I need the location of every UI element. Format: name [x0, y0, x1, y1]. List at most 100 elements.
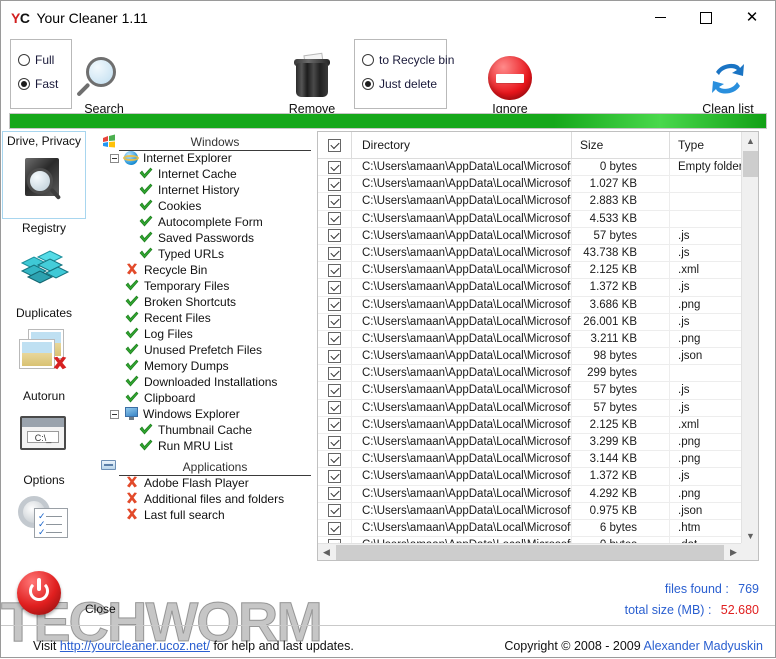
search-button[interactable]: Search [58, 52, 150, 116]
sidebar-item-drive-privacy[interactable]: Drive, Privacy [2, 131, 86, 219]
row-checkbox[interactable] [318, 416, 352, 433]
row-checkbox[interactable] [318, 382, 352, 399]
row-checkbox[interactable] [318, 485, 352, 502]
green-check-icon-wrap[interactable] [139, 215, 155, 229]
ignore-button[interactable]: Ignore [464, 52, 556, 116]
table-row[interactable]: C:\Users\amaan\AppData\Local\Microsoft..… [318, 382, 758, 400]
row-checkbox[interactable] [318, 348, 352, 365]
table-row[interactable]: C:\Users\amaan\AppData\Local\Microsoft..… [318, 451, 758, 469]
row-checkbox[interactable] [318, 399, 352, 416]
sidebar-item-options[interactable]: Options ✓ ✓ ✓ [2, 473, 86, 549]
sidebar-item-registry[interactable]: Registry [2, 221, 86, 297]
row-checkbox[interactable] [318, 296, 352, 313]
tree-node[interactable]: Adobe Flash Player [101, 475, 311, 491]
website-link[interactable]: http://yourcleaner.ucoz.net/ [60, 639, 210, 653]
table-row[interactable]: C:\Users\amaan\AppData\Local\Microsoft..… [318, 468, 758, 486]
table-row[interactable]: C:\Users\amaan\AppData\Local\Microsoft..… [318, 365, 758, 383]
table-row[interactable]: C:\Users\amaan\AppData\Local\Microsoft..… [318, 244, 758, 263]
row-checkbox[interactable] [318, 468, 352, 485]
table-row[interactable]: C:\Users\amaan\AppData\Local\Microsoft..… [318, 279, 758, 297]
radio-just-delete[interactable]: Just delete [362, 72, 439, 96]
tree-node[interactable]: Cookies [101, 198, 311, 214]
row-checkbox[interactable] [318, 330, 352, 348]
table-row[interactable]: C:\Users\amaan\AppData\Local\Microsoft..… [318, 296, 758, 314]
tree-expander-icon[interactable] [110, 153, 119, 163]
green-check-icon-wrap[interactable] [125, 311, 141, 325]
horizontal-scrollbar[interactable]: ◀ ▶ [318, 543, 742, 560]
tree-node[interactable]: Internet History [101, 182, 311, 198]
clean-list-button[interactable]: Clean list [687, 52, 769, 116]
close-app-button[interactable] [17, 571, 73, 615]
select-all-checkbox[interactable] [318, 132, 352, 158]
row-checkbox[interactable] [318, 244, 352, 262]
table-row[interactable]: C:\Users\amaan\AppData\Local\Microsoft..… [318, 227, 758, 245]
green-check-icon-wrap[interactable] [139, 439, 155, 453]
tree-node[interactable]: Broken Shortcuts [101, 294, 311, 310]
table-row[interactable]: C:\Users\amaan\AppData\Local\Microsoft..… [318, 502, 758, 520]
tree-node[interactable]: Saved Passwords [101, 230, 311, 246]
green-check-icon-wrap[interactable] [125, 391, 141, 405]
row-checkbox[interactable] [318, 313, 352, 330]
green-check-icon-wrap[interactable] [125, 279, 141, 293]
scroll-left-arrow-icon[interactable]: ◀ [318, 544, 335, 560]
close-window-button[interactable]: ✕ [729, 1, 775, 34]
green-check-icon-wrap[interactable] [125, 343, 141, 357]
green-check-icon-wrap[interactable] [125, 375, 141, 389]
table-row[interactable]: C:\Users\amaan\AppData\Local\Microsoft..… [318, 210, 758, 228]
scroll-up-arrow-icon[interactable]: ▲ [742, 132, 758, 149]
sidebar-item-autorun[interactable]: Autorun C:\_ [2, 389, 86, 465]
green-check-icon-wrap[interactable] [139, 423, 155, 437]
row-checkbox[interactable] [318, 365, 352, 382]
table-row[interactable]: C:\Users\amaan\AppData\Local\Microsoft..… [318, 176, 758, 194]
file-list-rows[interactable]: C:\Users\amaan\AppData\Local\Microsoft..… [318, 159, 758, 544]
tree-node[interactable]: Internet Explorer [101, 150, 311, 166]
minimize-button[interactable] [637, 1, 683, 34]
scroll-down-arrow-icon[interactable]: ▼ [742, 527, 758, 544]
table-row[interactable]: C:\Users\amaan\AppData\Local\Microsoft..… [318, 313, 758, 331]
tree-node[interactable]: Memory Dumps [101, 358, 311, 374]
table-row[interactable]: C:\Users\amaan\AppData\Local\Microsoft..… [318, 434, 758, 452]
maximize-button[interactable] [683, 1, 729, 34]
tree-node[interactable]: Additional files and folders [101, 491, 311, 507]
tree-node[interactable]: Recent Files [101, 310, 311, 326]
red-x-icon-wrap[interactable] [125, 476, 141, 490]
green-check-icon-wrap[interactable] [139, 183, 155, 197]
tree-node[interactable]: Windows Explorer [101, 406, 311, 422]
column-header-size[interactable]: Size [572, 132, 670, 158]
sidebar-item-duplicates[interactable]: Duplicates [2, 306, 86, 382]
green-check-icon-wrap[interactable] [139, 231, 155, 245]
horizontal-scrollbar-thumb[interactable] [336, 545, 724, 560]
scroll-right-arrow-icon[interactable]: ▶ [725, 544, 742, 560]
table-row[interactable]: C:\Users\amaan\AppData\Local\Microsoft..… [318, 416, 758, 434]
tree-node[interactable]: Recycle Bin [101, 262, 311, 278]
green-check-icon-wrap[interactable] [125, 295, 141, 309]
table-row[interactable]: C:\Users\amaan\AppData\Local\Microsoft..… [318, 330, 758, 349]
red-x-icon-wrap[interactable] [125, 263, 141, 277]
vertical-scrollbar-thumb[interactable] [743, 151, 758, 177]
table-row[interactable]: C:\Users\amaan\AppData\Local\Microsoft..… [318, 262, 758, 280]
red-x-icon-wrap[interactable] [125, 492, 141, 506]
tree-node[interactable]: Run MRU List [101, 438, 311, 454]
green-check-icon-wrap[interactable] [139, 167, 155, 181]
green-check-icon-wrap[interactable] [125, 359, 141, 373]
row-checkbox[interactable] [318, 434, 352, 451]
tree-node[interactable]: Typed URLs [101, 246, 311, 262]
row-checkbox[interactable] [318, 176, 352, 193]
row-checkbox[interactable] [318, 227, 352, 244]
row-checkbox[interactable] [318, 279, 352, 296]
tree-node[interactable]: Log Files [101, 326, 311, 342]
table-row[interactable]: C:\Users\amaan\AppData\Local\Microsoft..… [318, 519, 758, 538]
tree-node[interactable]: Clipboard [101, 390, 311, 406]
cleanup-tree[interactable]: Windows Internet Explorer Internet Cache In… [101, 131, 311, 561]
column-header-directory[interactable]: Directory [352, 132, 572, 158]
tree-node[interactable]: Thumbnail Cache [101, 422, 311, 438]
tree-node[interactable]: Downloaded Installations [101, 374, 311, 390]
tree-node[interactable]: Last full search [101, 507, 311, 523]
row-checkbox[interactable] [318, 502, 352, 519]
remove-button[interactable]: Remove [266, 52, 358, 116]
radio-recycle-bin[interactable]: to Recycle bin [362, 48, 454, 72]
author-link[interactable]: Alexander Madyuskin [643, 639, 763, 653]
row-checkbox[interactable] [318, 519, 352, 537]
table-row[interactable]: C:\Users\amaan\AppData\Local\Microsoft..… [318, 348, 758, 366]
tree-node[interactable]: Autocomplete Form [101, 214, 311, 230]
